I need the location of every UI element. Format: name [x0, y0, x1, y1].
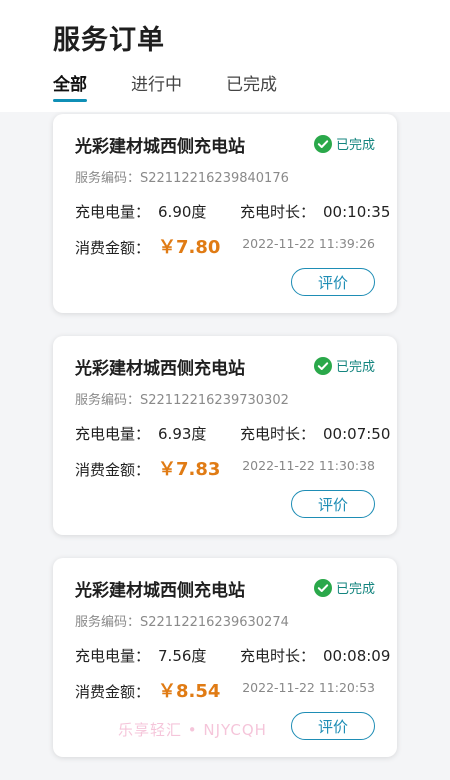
service-code-value: S22112216239730302 — [140, 393, 289, 408]
charge-duration-label: 充电时长： — [240, 203, 316, 221]
status-badge: 已完成 — [313, 134, 375, 153]
payment-amount-value: ￥8.54 — [158, 681, 221, 702]
status-badge: 已完成 — [313, 356, 375, 375]
check-circle-icon — [313, 134, 332, 153]
charge-duration-label: 充电时长： — [240, 647, 316, 665]
tab-completed[interactable]: 已完成 — [226, 70, 277, 95]
order-card[interactable]: 光彩建材城西侧充电站 已完成 服务编码：S22112216239840176 充… — [53, 114, 397, 313]
charge-duration: 充电时长： 00:10:35 — [240, 201, 390, 222]
page-title: 服务订单 — [53, 25, 165, 56]
tab-in-progress[interactable]: 进行中 — [131, 70, 182, 95]
charge-energy: 充电电量： 7.56度 — [75, 645, 206, 666]
order-time: 2022-11-22 11:20:53 — [242, 680, 375, 695]
check-circle-icon — [313, 578, 332, 597]
status-text: 已完成 — [335, 138, 375, 153]
payment-amount: 消费金额： ￥7.83 — [75, 455, 220, 481]
payment-amount-value: ￥7.80 — [158, 237, 221, 258]
charge-duration-label: 充电时长： — [240, 425, 316, 443]
review-button[interactable]: 评价 — [291, 490, 375, 518]
order-time: 2022-11-22 11:30:38 — [242, 458, 375, 473]
review-button[interactable]: 评价 — [291, 712, 375, 740]
charge-energy: 充电电量： 6.93度 — [75, 423, 206, 444]
charge-energy: 充电电量： 6.90度 — [75, 201, 206, 222]
status-text: 已完成 — [335, 582, 375, 597]
status-badge: 已完成 — [313, 578, 375, 597]
payment-amount-label: 消费金额： — [75, 239, 151, 257]
service-code: 服务编码：S22112216239840176 — [75, 167, 289, 186]
service-code-label: 服务编码： — [75, 393, 141, 408]
charge-energy-value: 6.90度 — [158, 203, 207, 221]
charge-energy-label: 充电电量： — [75, 203, 151, 221]
service-code-label: 服务编码： — [75, 171, 141, 186]
station-name: 光彩建材城西侧充电站 — [75, 137, 245, 157]
watermark: 乐享轻汇 • NJYCQH — [118, 721, 267, 739]
review-button[interactable]: 评价 — [291, 268, 375, 296]
charge-energy-label: 充电电量： — [75, 647, 151, 665]
charge-duration-value: 00:08:09 — [323, 647, 391, 665]
charge-energy-value: 7.56度 — [158, 647, 207, 665]
charge-energy-value: 6.93度 — [158, 425, 207, 443]
station-name: 光彩建材城西侧充电站 — [75, 581, 245, 601]
charge-duration: 充电时长： 00:07:50 — [240, 423, 390, 444]
service-code-value: S22112216239840176 — [140, 171, 289, 186]
payment-amount-value: ￥7.83 — [158, 459, 221, 480]
charge-energy-label: 充电电量： — [75, 425, 151, 443]
payment-amount: 消费金额： ￥8.54 — [75, 677, 220, 703]
order-card[interactable]: 光彩建材城西侧充电站 已完成 服务编码：S22112216239730302 充… — [53, 336, 397, 535]
service-code: 服务编码：S22112216239730302 — [75, 389, 289, 408]
payment-amount-label: 消费金额： — [75, 683, 151, 701]
charge-duration-value: 00:07:50 — [323, 425, 391, 443]
header: 服务订单 全部 进行中 已完成 — [0, 0, 450, 112]
service-code-label: 服务编码： — [75, 615, 141, 630]
check-circle-icon — [313, 356, 332, 375]
order-list: 光彩建材城西侧充电站 已完成 服务编码：S22112216239840176 充… — [53, 114, 397, 780]
payment-amount: 消费金额： ￥7.80 — [75, 233, 220, 259]
charge-duration: 充电时长： 00:08:09 — [240, 645, 390, 666]
service-code-value: S22112216239630274 — [140, 615, 289, 630]
tab-bar: 全部 进行中 已完成 — [53, 70, 413, 106]
tab-all[interactable]: 全部 — [53, 70, 87, 95]
active-tab-indicator — [53, 99, 87, 102]
payment-amount-label: 消费金额： — [75, 461, 151, 479]
order-time: 2022-11-22 11:39:26 — [242, 236, 375, 251]
service-code: 服务编码：S22112216239630274 — [75, 611, 289, 630]
station-name: 光彩建材城西侧充电站 — [75, 359, 245, 379]
charge-duration-value: 00:10:35 — [323, 203, 391, 221]
status-text: 已完成 — [335, 360, 375, 375]
